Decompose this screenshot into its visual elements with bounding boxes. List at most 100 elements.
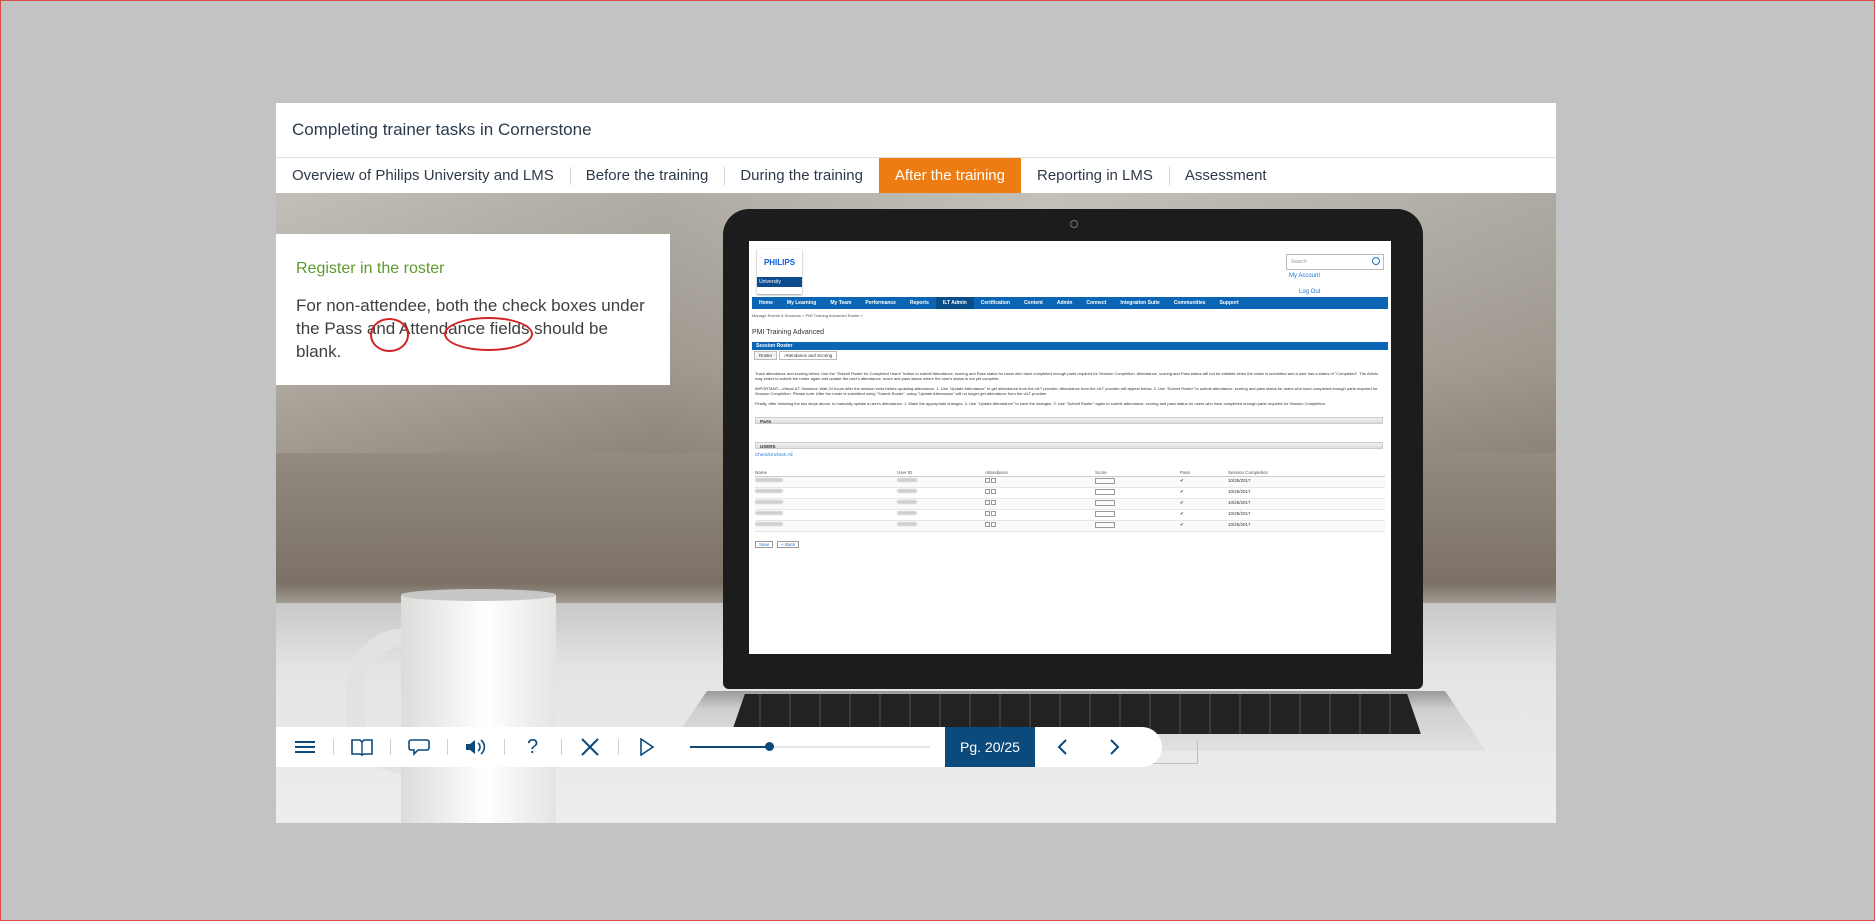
score-input[interactable]: [1095, 489, 1115, 496]
search-icon[interactable]: [1372, 257, 1380, 265]
col-score: Score: [1095, 470, 1107, 475]
page-title: PMI Training Advanced: [752, 329, 824, 336]
tab-during-training[interactable]: During the training: [724, 158, 879, 193]
search-placeholder: Search: [1291, 259, 1307, 265]
table-row: ✔ 10/25/2017: [755, 499, 1385, 510]
col-session-completion: Session Completion: [1228, 470, 1269, 475]
tab-after-training[interactable]: After the training: [878, 158, 1021, 193]
pass-checkbox[interactable]: ✔: [1180, 478, 1184, 484]
score-input[interactable]: [1095, 478, 1115, 485]
completion-date: 10/25/2017: [1228, 511, 1251, 516]
lms-nav-reports[interactable]: Reports: [903, 300, 936, 306]
webcam-icon: [1070, 220, 1078, 228]
col-name: Name: [755, 470, 768, 475]
user-id-blurred: [897, 489, 917, 494]
user-id-blurred: [897, 522, 917, 527]
lms-nav-my-team[interactable]: My Team: [823, 300, 858, 306]
title-bar: Completing trainer tasks in Cornerstone: [276, 103, 1556, 158]
instructions-paragraph-3: Finally, after following the two steps a…: [755, 401, 1326, 406]
score-input[interactable]: [1095, 511, 1115, 518]
screen-search-input[interactable]: Search: [1286, 254, 1384, 270]
tab-overview[interactable]: Overview of Philips University and LMS: [276, 158, 570, 193]
completion-date: 10/25/2017: [1228, 489, 1251, 494]
attendance-annotation-circle: [444, 317, 533, 351]
user-name-blurred: [755, 522, 783, 527]
roster-subtabs: Roster Attendance and Scoring: [754, 351, 838, 360]
pass-checkbox[interactable]: ✔: [1180, 511, 1184, 517]
attendance-checkboxes[interactable]: [985, 522, 997, 528]
back-button[interactable]: « Back: [777, 541, 800, 548]
attendance-checkboxes[interactable]: [985, 511, 997, 517]
roster-buttons: Save « Back: [755, 541, 800, 548]
lms-nav-connect[interactable]: Connect: [1079, 300, 1113, 306]
score-input[interactable]: [1095, 522, 1115, 529]
users-section-bar[interactable]: USERS: [755, 442, 1383, 449]
lms-nav-admin[interactable]: Admin: [1050, 300, 1080, 306]
subtab-roster[interactable]: Roster: [754, 351, 778, 360]
lms-nav-performance[interactable]: Performance: [858, 300, 903, 306]
lms-nav-integration-suite[interactable]: Integration Suite: [1113, 300, 1166, 306]
score-input[interactable]: [1095, 500, 1115, 507]
coffee-mug: [401, 593, 556, 823]
callout-box: Register in the roster For non-attendee,…: [276, 234, 670, 385]
roster-table-header: Name User ID Attendance Score Pass Sessi…: [755, 469, 1385, 477]
chevron-right-icon: [1109, 739, 1119, 755]
play-icon: [639, 738, 654, 756]
audio-button[interactable]: [447, 727, 504, 767]
user-name-blurred: [755, 511, 783, 516]
book-icon: [350, 739, 373, 756]
menu-button[interactable]: [276, 727, 333, 767]
breadcrumb[interactable]: Manage Events & Sessions > PMI Training …: [752, 313, 863, 318]
attendance-checkboxes[interactable]: [985, 478, 997, 484]
check-uncheck-all-link[interactable]: Check/Uncheck All: [755, 452, 793, 457]
philips-logo: PHILIPS University: [757, 249, 802, 294]
logo-sub: University: [757, 277, 802, 287]
attendance-checkboxes[interactable]: [985, 489, 997, 495]
lms-nav-home[interactable]: Home: [752, 300, 780, 306]
tab-before-training[interactable]: Before the training: [569, 158, 725, 193]
user-id-blurred: [897, 511, 917, 516]
save-button[interactable]: Save: [755, 541, 774, 548]
col-user-id: User ID: [897, 470, 913, 475]
attendance-checkboxes[interactable]: [985, 500, 997, 506]
instructions-paragraph-1: Track attendance and scoring below. Use …: [755, 371, 1379, 381]
lms-nav-support[interactable]: Support: [1213, 300, 1246, 306]
lms-nav-content[interactable]: Content: [1017, 300, 1050, 306]
speech-bubble-icon: [407, 739, 430, 756]
close-icon: [580, 738, 599, 756]
callout-heading: Register in the roster: [296, 260, 445, 277]
next-button[interactable]: [1088, 727, 1141, 767]
pass-checkbox[interactable]: ✔: [1180, 522, 1184, 528]
user-name-blurred: [755, 489, 783, 494]
exit-button[interactable]: [561, 727, 618, 767]
completion-date: 10/25/2017: [1228, 500, 1251, 505]
col-pass: Pass: [1180, 470, 1191, 475]
progress-fill: [690, 746, 770, 748]
lms-nav-my-learning[interactable]: My Learning: [780, 300, 823, 306]
help-button[interactable]: ?: [504, 727, 561, 767]
progress-slider[interactable]: [675, 727, 945, 767]
volume-icon: [465, 739, 485, 755]
help-icon: ?: [526, 735, 539, 758]
mug-rim: [401, 589, 556, 601]
glossary-button[interactable]: [333, 727, 390, 767]
player-control-bar: ? Pg. 20/25: [276, 727, 1162, 767]
transcript-button[interactable]: [390, 727, 447, 767]
tab-assessment[interactable]: Assessment: [1168, 158, 1283, 193]
play-button[interactable]: [618, 727, 675, 767]
lms-nav-certification[interactable]: Certification: [974, 300, 1017, 306]
instructions-paragraph-2: IMPORTANT—Virtual ILT Sessions: Wait 24 …: [755, 386, 1378, 396]
pass-checkbox[interactable]: ✔: [1180, 489, 1184, 495]
my-account-link[interactable]: My Account: [1289, 273, 1320, 279]
log-out-link[interactable]: Log Out: [1299, 289, 1320, 295]
subtab-attendance-scoring[interactable]: Attendance and Scoring: [779, 351, 838, 360]
pass-checkbox[interactable]: ✔: [1180, 500, 1184, 506]
progress-handle[interactable]: [765, 742, 775, 751]
previous-button[interactable]: [1035, 727, 1088, 767]
table-row: ✔ 10/25/2017: [755, 488, 1385, 499]
lms-nav-ilt-admin[interactable]: ILT Admin: [935, 297, 974, 309]
session-roster-bar: Session Roster: [752, 342, 1388, 350]
tab-reporting[interactable]: Reporting in LMS: [1021, 158, 1169, 193]
parts-section-bar[interactable]: Parts: [755, 417, 1383, 424]
lms-nav-communities[interactable]: Communities: [1167, 300, 1213, 306]
